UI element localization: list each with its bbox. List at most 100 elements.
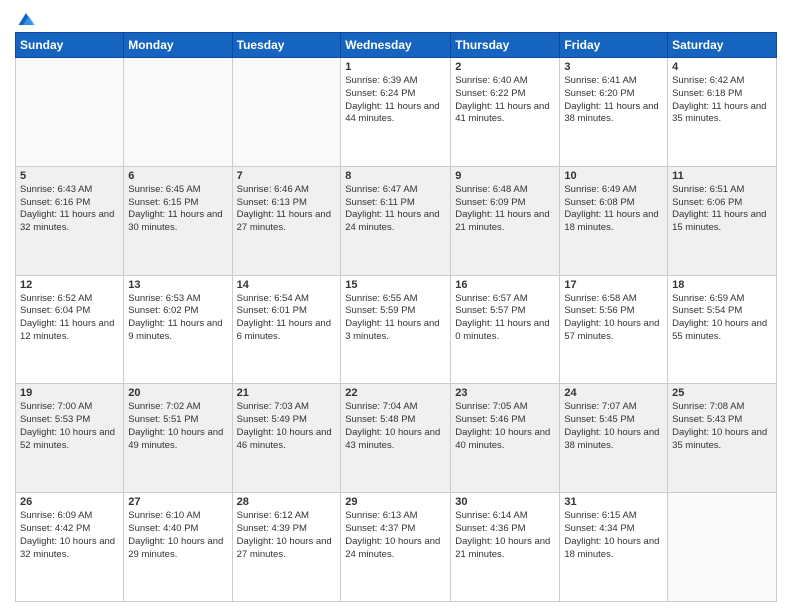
calendar-header-tuesday: Tuesday: [232, 33, 341, 58]
day-info: Sunrise: 6:45 AM Sunset: 6:15 PM Dayligh…: [128, 184, 227, 235]
calendar-cell: 13 Sunrise: 6:53 AM Sunset: 6:02 PM Dayli…: [124, 275, 232, 384]
calendar-header-wednesday: Wednesday: [341, 33, 451, 58]
day-number: 30: [455, 496, 555, 508]
day-info: Sunrise: 6:42 AM Sunset: 6:18 PM Dayligh…: [672, 75, 772, 126]
calendar-week-row: 26 Sunrise: 6:09 AM Sunset: 4:42 PM Dayli…: [16, 493, 777, 602]
day-info: Sunrise: 6:09 AM Sunset: 4:42 PM Dayligh…: [20, 510, 119, 561]
day-number: 1: [345, 61, 446, 73]
calendar-cell: 5 Sunrise: 6:43 AM Sunset: 6:16 PM Daylig…: [16, 166, 124, 275]
day-info: Sunrise: 6:48 AM Sunset: 6:09 PM Dayligh…: [455, 184, 555, 235]
day-info: Sunrise: 6:40 AM Sunset: 6:22 PM Dayligh…: [455, 75, 555, 126]
calendar-cell: [124, 58, 232, 167]
calendar-week-row: 19Sunrise: 7:00 AM Sunset: 5:53 PM Dayli…: [16, 384, 777, 493]
day-info: Sunrise: 6:15 AM Sunset: 4:34 PM Dayligh…: [564, 510, 663, 561]
day-info: Sunrise: 6:58 AM Sunset: 5:56 PM Dayligh…: [564, 293, 663, 344]
day-number: 15: [345, 279, 446, 291]
day-number: 4: [672, 61, 772, 73]
day-number: 27: [128, 496, 227, 508]
calendar-cell: 25 Sunrise: 7:08 AM Sunset: 5:43 PM Dayli…: [668, 384, 777, 493]
day-info: Sunrise: 6:49 AM Sunset: 6:08 PM Dayligh…: [564, 184, 663, 235]
calendar-cell: 26 Sunrise: 6:09 AM Sunset: 4:42 PM Dayli…: [16, 493, 124, 602]
day-number: 12: [20, 279, 119, 291]
calendar-cell: 8Sunrise: 6:47 AM Sunset: 6:11 PM Daylig…: [341, 166, 451, 275]
day-number: 25: [672, 387, 772, 399]
day-info: Sunrise: 6:43 AM Sunset: 6:16 PM Dayligh…: [20, 184, 119, 235]
day-info: Sunrise: 6:12 AM Sunset: 4:39 PM Dayligh…: [237, 510, 337, 561]
calendar-cell: 29 Sunrise: 6:13 AM Sunset: 4:37 PM Dayli…: [341, 493, 451, 602]
day-info: Sunrise: 6:54 AM Sunset: 6:01 PM Dayligh…: [237, 293, 337, 344]
day-info: Sunrise: 6:51 AM Sunset: 6:06 PM Dayligh…: [672, 184, 772, 235]
calendar-cell: 24 Sunrise: 7:07 AM Sunset: 5:45 PM Dayli…: [560, 384, 668, 493]
day-number: 31: [564, 496, 663, 508]
calendar-cell: 3 Sunrise: 6:41 AM Sunset: 6:20 PM Daylig…: [560, 58, 668, 167]
day-info: Sunrise: 6:53 AM Sunset: 6:02 PM Dayligh…: [128, 293, 227, 344]
day-number: 18: [672, 279, 772, 291]
day-info: Sunrise: 7:07 AM Sunset: 5:45 PM Dayligh…: [564, 401, 663, 452]
calendar-cell: 2 Sunrise: 6:40 AM Sunset: 6:22 PM Daylig…: [451, 58, 560, 167]
calendar-cell: 4 Sunrise: 6:42 AM Sunset: 6:18 PM Daylig…: [668, 58, 777, 167]
day-number: 11: [672, 170, 772, 182]
calendar-cell: 17 Sunrise: 6:58 AM Sunset: 5:56 PM Dayli…: [560, 275, 668, 384]
calendar-cell: 12 Sunrise: 6:52 AM Sunset: 6:04 PM Dayli…: [16, 275, 124, 384]
calendar-cell: [668, 493, 777, 602]
calendar-cell: [232, 58, 341, 167]
calendar-cell: 22 Sunrise: 7:04 AM Sunset: 5:48 PM Dayli…: [341, 384, 451, 493]
day-number: 3: [564, 61, 663, 73]
day-number: 22: [345, 387, 446, 399]
calendar-table: SundayMondayTuesdayWednesdayThursdayFrid…: [15, 32, 777, 602]
day-number: 21: [237, 387, 337, 399]
day-info: Sunrise: 7:08 AM Sunset: 5:43 PM Dayligh…: [672, 401, 772, 452]
day-number: 26: [20, 496, 119, 508]
calendar-cell: 18Sunrise: 6:59 AM Sunset: 5:54 PM Dayli…: [668, 275, 777, 384]
day-number: 7: [237, 170, 337, 182]
day-number: 16: [455, 279, 555, 291]
day-info: Sunrise: 7:05 AM Sunset: 5:46 PM Dayligh…: [455, 401, 555, 452]
day-number: 9: [455, 170, 555, 182]
header: [15, 10, 777, 24]
calendar-cell: 14Sunrise: 6:54 AM Sunset: 6:01 PM Dayli…: [232, 275, 341, 384]
day-info: Sunrise: 6:14 AM Sunset: 4:36 PM Dayligh…: [455, 510, 555, 561]
day-info: Sunrise: 7:02 AM Sunset: 5:51 PM Dayligh…: [128, 401, 227, 452]
calendar-cell: 7 Sunrise: 6:46 AM Sunset: 6:13 PM Daylig…: [232, 166, 341, 275]
day-info: Sunrise: 6:13 AM Sunset: 4:37 PM Dayligh…: [345, 510, 446, 561]
calendar-cell: 20 Sunrise: 7:02 AM Sunset: 5:51 PM Dayli…: [124, 384, 232, 493]
day-info: Sunrise: 6:41 AM Sunset: 6:20 PM Dayligh…: [564, 75, 663, 126]
calendar-cell: 28 Sunrise: 6:12 AM Sunset: 4:39 PM Dayli…: [232, 493, 341, 602]
day-info: Sunrise: 6:46 AM Sunset: 6:13 PM Dayligh…: [237, 184, 337, 235]
day-number: 28: [237, 496, 337, 508]
calendar-cell: 16Sunrise: 6:57 AM Sunset: 5:57 PM Dayli…: [451, 275, 560, 384]
calendar-cell: 15 Sunrise: 6:55 AM Sunset: 5:59 PM Dayli…: [341, 275, 451, 384]
calendar-week-row: 12 Sunrise: 6:52 AM Sunset: 6:04 PM Dayli…: [16, 275, 777, 384]
calendar-cell: 21Sunrise: 7:03 AM Sunset: 5:49 PM Dayli…: [232, 384, 341, 493]
day-number: 5: [20, 170, 119, 182]
calendar-cell: 30 Sunrise: 6:14 AM Sunset: 4:36 PM Dayli…: [451, 493, 560, 602]
day-info: Sunrise: 6:52 AM Sunset: 6:04 PM Dayligh…: [20, 293, 119, 344]
page: SundayMondayTuesdayWednesdayThursdayFrid…: [0, 0, 792, 612]
day-info: Sunrise: 7:04 AM Sunset: 5:48 PM Dayligh…: [345, 401, 446, 452]
day-number: 8: [345, 170, 446, 182]
logo: [15, 10, 35, 24]
calendar-cell: 6Sunrise: 6:45 AM Sunset: 6:15 PM Daylig…: [124, 166, 232, 275]
day-number: 13: [128, 279, 227, 291]
calendar-cell: 23 Sunrise: 7:05 AM Sunset: 5:46 PM Dayli…: [451, 384, 560, 493]
day-number: 19: [20, 387, 119, 399]
calendar-cell: 27Sunrise: 6:10 AM Sunset: 4:40 PM Dayli…: [124, 493, 232, 602]
day-info: Sunrise: 6:55 AM Sunset: 5:59 PM Dayligh…: [345, 293, 446, 344]
calendar-header-thursday: Thursday: [451, 33, 560, 58]
day-number: 20: [128, 387, 227, 399]
calendar-header-row: SundayMondayTuesdayWednesdayThursdayFrid…: [16, 33, 777, 58]
day-number: 24: [564, 387, 663, 399]
calendar-header-monday: Monday: [124, 33, 232, 58]
calendar-cell: 19Sunrise: 7:00 AM Sunset: 5:53 PM Dayli…: [16, 384, 124, 493]
day-number: 29: [345, 496, 446, 508]
day-number: 23: [455, 387, 555, 399]
day-info: Sunrise: 6:39 AM Sunset: 6:24 PM Dayligh…: [345, 75, 446, 126]
calendar-cell: 11 Sunrise: 6:51 AM Sunset: 6:06 PM Dayli…: [668, 166, 777, 275]
calendar-header-saturday: Saturday: [668, 33, 777, 58]
calendar-cell: 9 Sunrise: 6:48 AM Sunset: 6:09 PM Daylig…: [451, 166, 560, 275]
day-number: 2: [455, 61, 555, 73]
day-number: 17: [564, 279, 663, 291]
calendar-header-friday: Friday: [560, 33, 668, 58]
logo-icon: [17, 10, 35, 28]
calendar-header-sunday: Sunday: [16, 33, 124, 58]
